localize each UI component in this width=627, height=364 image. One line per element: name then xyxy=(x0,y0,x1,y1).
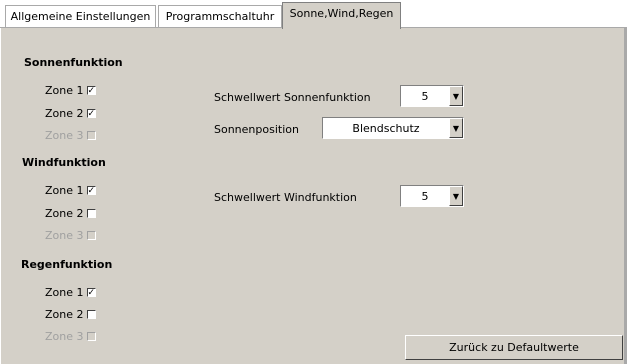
chevron-down-icon[interactable]: ▼ xyxy=(449,86,463,106)
settings-panel: Sonnenfunktion Zone 1 ✓ Zone 2 ✓ Zone 3 … xyxy=(0,28,627,364)
select-value: Blendschutz xyxy=(352,121,420,135)
zone-label: Zone 1 xyxy=(45,84,84,97)
wind-zone-1[interactable]: Zone 1 ✓ xyxy=(45,184,96,197)
regen-zone-1-checkbox[interactable]: ✓ xyxy=(86,288,96,298)
sonne-zone-1[interactable]: Zone 1 ✓ xyxy=(45,84,96,97)
tab-sonne-wind-regen[interactable]: Sonne,Wind,Regen xyxy=(282,2,401,29)
zone-label: Zone 3 xyxy=(45,330,84,343)
regen-zone-1[interactable]: Zone 1 ✓ xyxy=(45,286,96,299)
zone-label: Zone 2 xyxy=(45,207,84,220)
sonne-zone-3: Zone 3 xyxy=(45,129,96,142)
regen-zone-3-checkbox xyxy=(86,332,96,341)
zone-label: Zone 2 xyxy=(45,308,84,321)
reset-defaults-button[interactable]: Zurück zu Defaultwerte xyxy=(405,335,623,360)
select-value: 5 xyxy=(421,89,429,103)
tab-programmschaltuhr[interactable]: Programmschaltuhr xyxy=(158,5,282,27)
tab-allgemeine-einstellungen[interactable]: Allgemeine Einstellungen xyxy=(5,5,156,27)
regen-zone-2[interactable]: Zone 2 xyxy=(45,308,96,321)
zone-label: Zone 2 xyxy=(45,107,84,120)
schwellwert-wind-label: Schwellwert Windfunktion xyxy=(214,191,357,204)
wind-zone-3-checkbox xyxy=(86,231,96,240)
zone-label: Zone 3 xyxy=(45,229,84,242)
windfunktion-title: Windfunktion xyxy=(22,156,106,169)
schwellwert-sonne-select[interactable]: 5 ▼ xyxy=(400,85,464,107)
sonne-zone-2[interactable]: Zone 2 ✓ xyxy=(45,107,96,120)
zone-label: Zone 1 xyxy=(45,184,84,197)
zone-label: Zone 3 xyxy=(45,129,84,142)
sonne-zone-1-checkbox[interactable]: ✓ xyxy=(86,86,96,96)
chevron-down-icon[interactable]: ▼ xyxy=(449,118,463,138)
wind-zone-2[interactable]: Zone 2 xyxy=(45,207,96,220)
wind-zone-2-checkbox[interactable] xyxy=(86,209,96,218)
regen-zone-3: Zone 3 xyxy=(45,330,96,343)
select-value: 5 xyxy=(421,189,429,203)
sonnenfunktion-title: Sonnenfunktion xyxy=(24,56,123,69)
sonne-zone-2-checkbox[interactable]: ✓ xyxy=(86,109,96,119)
sonne-zone-3-checkbox xyxy=(86,131,96,140)
chevron-down-icon[interactable]: ▼ xyxy=(449,186,463,206)
schwellwert-wind-select[interactable]: 5 ▼ xyxy=(400,185,464,207)
regenfunktion-title: Regenfunktion xyxy=(21,258,113,271)
zone-label: Zone 1 xyxy=(45,286,84,299)
tab-strip: Allgemeine Einstellungen Programmschaltu… xyxy=(0,0,627,29)
wind-zone-3: Zone 3 xyxy=(45,229,96,242)
regen-zone-2-checkbox[interactable] xyxy=(86,310,96,319)
sonnenposition-select[interactable]: Blendschutz ▼ xyxy=(322,117,464,139)
sonnenposition-label: Sonnenposition xyxy=(214,123,299,136)
wind-zone-1-checkbox[interactable]: ✓ xyxy=(86,186,96,196)
schwellwert-sonne-label: Schwellwert Sonnenfunktion xyxy=(214,91,371,104)
